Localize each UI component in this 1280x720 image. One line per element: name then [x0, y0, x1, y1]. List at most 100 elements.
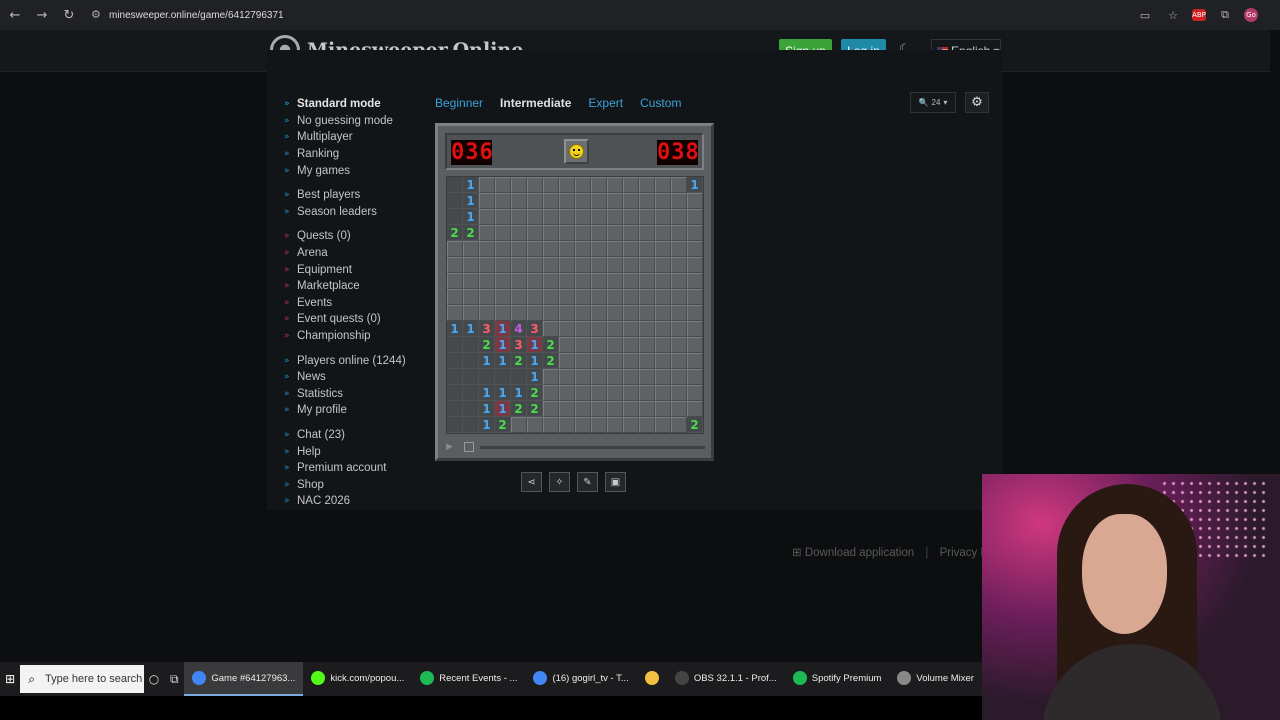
zoom-select[interactable]: 🔍 24 ▾: [910, 92, 956, 113]
cell[interactable]: [687, 337, 703, 353]
cell[interactable]: [559, 241, 575, 257]
cell[interactable]: [463, 417, 479, 433]
cell[interactable]: [671, 273, 687, 289]
cell[interactable]: [655, 305, 671, 321]
cell[interactable]: [639, 289, 655, 305]
cell[interactable]: [543, 193, 559, 209]
cell[interactable]: [623, 385, 639, 401]
cell[interactable]: [671, 321, 687, 337]
cell[interactable]: [607, 369, 623, 385]
cell[interactable]: [559, 353, 575, 369]
cell[interactable]: [655, 241, 671, 257]
cell[interactable]: [591, 401, 607, 417]
cell[interactable]: [639, 257, 655, 273]
cell[interactable]: [511, 369, 527, 385]
cell[interactable]: [671, 337, 687, 353]
cell[interactable]: [463, 241, 479, 257]
cell[interactable]: [543, 257, 559, 273]
cell[interactable]: 1: [479, 353, 495, 369]
cell[interactable]: [495, 193, 511, 209]
cell[interactable]: 1: [527, 369, 543, 385]
cell[interactable]: [447, 193, 463, 209]
cell[interactable]: [623, 369, 639, 385]
cell[interactable]: [591, 241, 607, 257]
cell[interactable]: 1: [447, 321, 463, 337]
cell[interactable]: [447, 305, 463, 321]
cell[interactable]: [559, 257, 575, 273]
cell[interactable]: [495, 209, 511, 225]
cell[interactable]: [463, 353, 479, 369]
cell[interactable]: [559, 385, 575, 401]
tab-custom[interactable]: Custom: [640, 96, 681, 110]
taskbar-search[interactable]: ⌕ Type here to search: [20, 665, 144, 693]
sidebar-item[interactable]: » My profile: [284, 402, 414, 419]
cell[interactable]: [607, 273, 623, 289]
cell[interactable]: [495, 305, 511, 321]
sidebar-item[interactable]: » Quests (0): [284, 228, 414, 245]
cell[interactable]: [687, 273, 703, 289]
cell[interactable]: [559, 305, 575, 321]
cell[interactable]: 3: [511, 337, 527, 353]
cell[interactable]: [495, 289, 511, 305]
cell[interactable]: [655, 321, 671, 337]
cell[interactable]: [479, 369, 495, 385]
cell[interactable]: [591, 273, 607, 289]
cell[interactable]: [591, 177, 607, 193]
cell[interactable]: [479, 177, 495, 193]
sidebar-item[interactable]: » News: [284, 369, 414, 386]
cell[interactable]: 2: [447, 225, 463, 241]
cell[interactable]: [591, 369, 607, 385]
cell[interactable]: 1: [495, 385, 511, 401]
cell[interactable]: 1: [495, 321, 511, 337]
cell[interactable]: [511, 273, 527, 289]
cell[interactable]: [447, 337, 463, 353]
cell[interactable]: 2: [527, 385, 543, 401]
cell[interactable]: [511, 177, 527, 193]
cell[interactable]: [591, 209, 607, 225]
cell[interactable]: [655, 337, 671, 353]
cell[interactable]: [655, 177, 671, 193]
cell[interactable]: 2: [463, 225, 479, 241]
cell[interactable]: [607, 241, 623, 257]
cell[interactable]: [687, 321, 703, 337]
edit-icon[interactable]: ✎: [577, 472, 598, 492]
cell[interactable]: [447, 417, 463, 433]
cell[interactable]: 1: [463, 177, 479, 193]
sidebar-item[interactable]: » Events: [284, 295, 414, 312]
taskbar-app[interactable]: Volume Mixer: [889, 662, 982, 696]
cell[interactable]: 1: [463, 209, 479, 225]
cell[interactable]: [447, 209, 463, 225]
cell[interactable]: [495, 257, 511, 273]
windows-start-icon[interactable]: ⊞: [0, 662, 20, 696]
cell[interactable]: [479, 305, 495, 321]
cell[interactable]: [559, 401, 575, 417]
cell[interactable]: [511, 225, 527, 241]
cell[interactable]: [575, 321, 591, 337]
cell[interactable]: 2: [543, 353, 559, 369]
cell[interactable]: [671, 289, 687, 305]
cell[interactable]: 2: [527, 401, 543, 417]
cell[interactable]: [671, 353, 687, 369]
taskbar-app[interactable]: Recent Events - ...: [412, 662, 525, 696]
replay-slider-handle[interactable]: [464, 442, 474, 452]
cell[interactable]: [543, 209, 559, 225]
cell[interactable]: [447, 241, 463, 257]
cell[interactable]: [511, 289, 527, 305]
tab-intermediate[interactable]: Intermediate: [500, 96, 571, 110]
cell[interactable]: [687, 257, 703, 273]
cell[interactable]: [623, 177, 639, 193]
cell[interactable]: 1: [479, 401, 495, 417]
cell[interactable]: [591, 385, 607, 401]
cell[interactable]: 1: [495, 337, 511, 353]
settings-gear-icon[interactable]: ⚙: [965, 92, 989, 113]
cell[interactable]: [671, 241, 687, 257]
cell[interactable]: [543, 177, 559, 193]
cell[interactable]: [623, 257, 639, 273]
cell[interactable]: [463, 273, 479, 289]
cell[interactable]: [623, 289, 639, 305]
sidebar-item[interactable]: » Help: [284, 443, 414, 460]
cell[interactable]: [463, 305, 479, 321]
cell[interactable]: [447, 273, 463, 289]
cell[interactable]: [687, 385, 703, 401]
cell[interactable]: [575, 209, 591, 225]
